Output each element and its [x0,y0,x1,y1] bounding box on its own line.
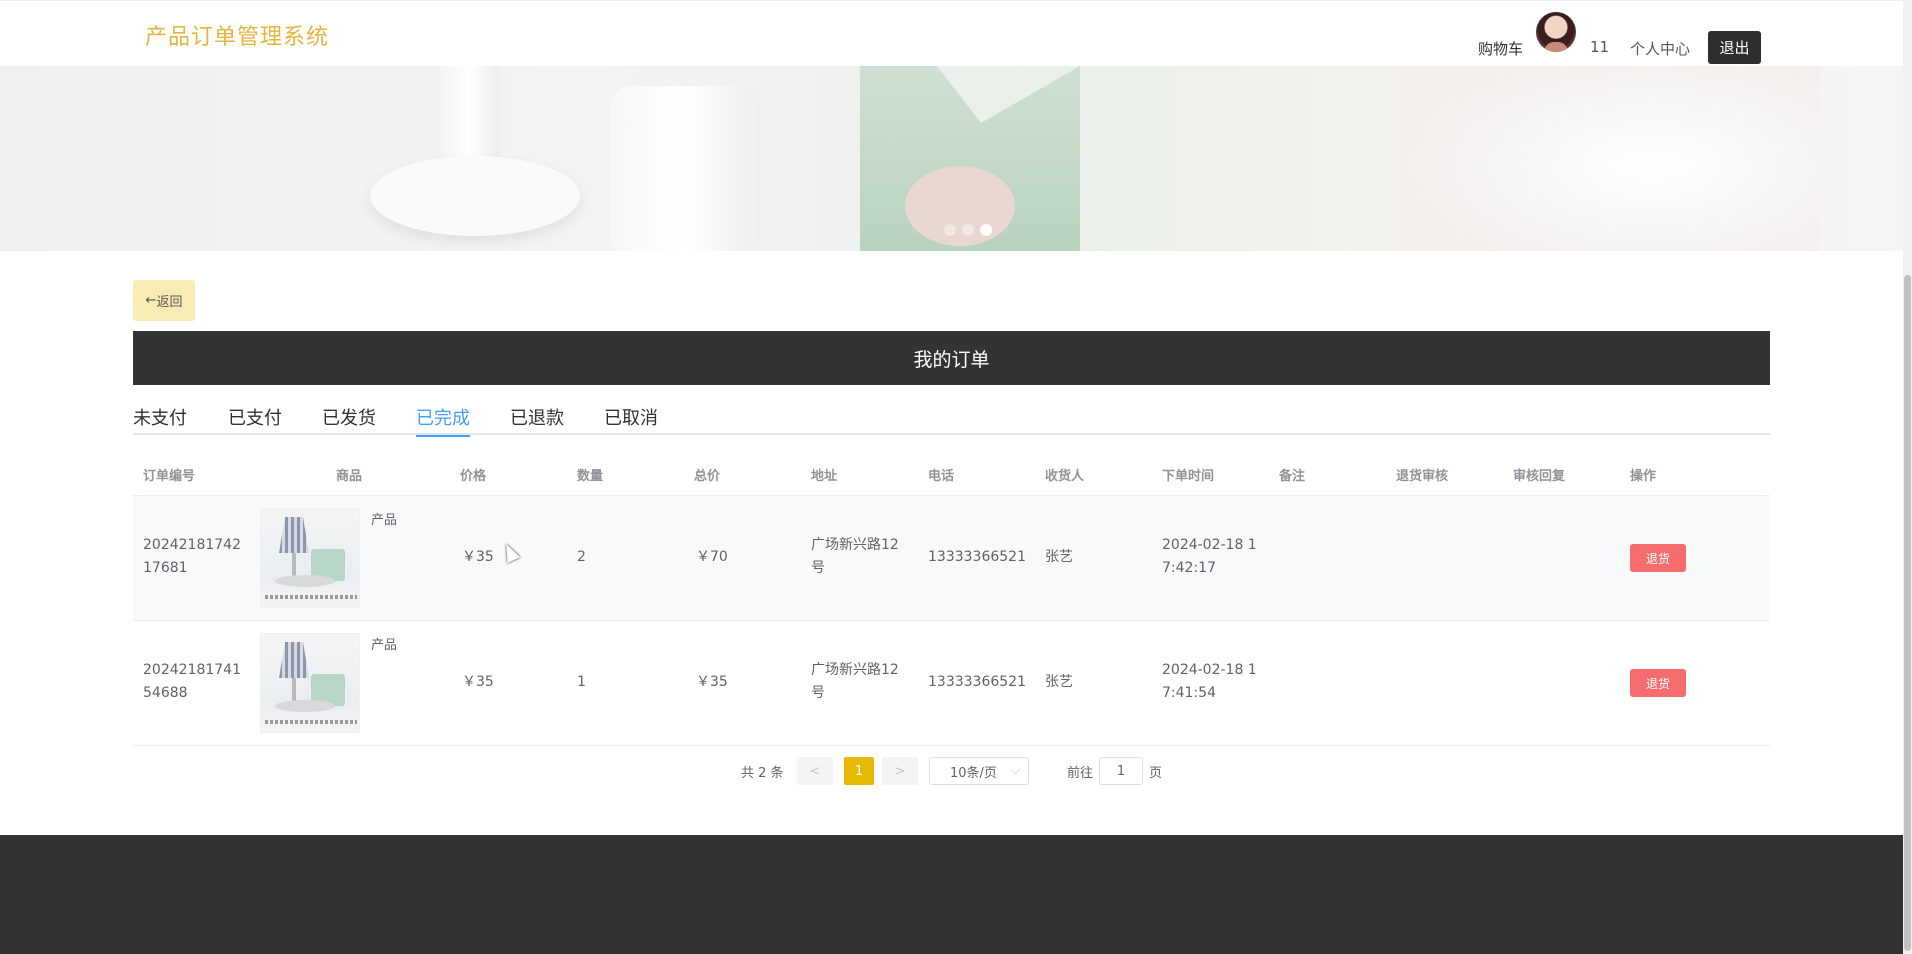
carousel-dot[interactable] [962,224,974,236]
table-row[interactable]: 20242181742 17681 产品 ￥35 2 ￥70 广场新兴路12 号 1… [133,496,1770,621]
product-image[interactable] [260,633,360,733]
profile-link[interactable]: 个人中心 [1630,38,1690,59]
total-price: ￥35 [696,674,728,690]
footer [0,835,1903,954]
tab-shipped[interactable]: 已发货 [322,404,376,435]
order-time: 2024-02-18 1 7:41:54 [1162,662,1257,701]
tab-cancelled[interactable]: 已取消 [604,404,658,435]
receiver: 张艺 [1045,674,1073,690]
phone: 13333366521 [928,549,1026,565]
pagination: 共 2 条 < 1 > 10条/页 ⌵ 前往 页 [0,757,1903,785]
brand-title[interactable]: 产品订单管理系统 [145,19,329,51]
quantity: 1 [577,674,586,690]
orders-table: 订单编号 商品 价格 数量 总价 地址 电话 收货人 下单时间 备注 退货审核 … [133,449,1770,746]
page-title: 我的订单 [133,331,1770,385]
col-address: 地址 [811,469,838,484]
quantity: 2 [577,549,586,565]
username: 11 [1590,38,1610,56]
refund-button[interactable]: 退货 [1630,544,1686,572]
col-review-reply: 审核回复 [1513,469,1566,484]
table-header: 订单编号 商品 价格 数量 总价 地址 电话 收货人 下单时间 备注 退货审核 … [133,449,1770,496]
back-label: 返回 [156,295,183,310]
col-note: 备注 [1279,469,1306,484]
tab-unpaid[interactable]: 未支付 [133,404,187,435]
refund-button[interactable]: 退货 [1630,669,1686,697]
order-no: 20242181742 17681 [143,537,241,576]
page-number-active[interactable]: 1 [844,757,874,785]
avatar[interactable] [1536,12,1576,52]
arrow-left-icon: ← [145,293,157,308]
total-price: ￥70 [696,549,728,565]
page-size-value: 10条/页 [950,765,997,781]
price: ￥35 [462,549,494,565]
tab-completed[interactable]: 已完成 [416,404,470,437]
carousel-dot[interactable] [944,224,956,236]
page-size-select[interactable]: 10条/页 ⌵ [929,757,1029,785]
order-status-tabs: 未支付 已支付 已发货 已完成 已退款 已取消 [133,398,1770,437]
price: ￥35 [462,674,494,690]
receiver: 张艺 [1045,549,1073,565]
address: 广场新兴路12 号 [811,537,899,576]
address: 广场新兴路12 号 [811,662,899,701]
tab-refunded[interactable]: 已退款 [510,404,564,435]
pagination-total: 共 2 条 [741,766,784,781]
goto-page-input[interactable] [1099,757,1143,785]
product-image[interactable] [260,508,360,608]
col-qty: 数量 [577,469,604,484]
product-name: 产品 [371,638,398,653]
col-order-time: 下单时间 [1162,469,1215,484]
chevron-down-icon: ⌵ [1010,763,1020,777]
back-button[interactable]: ← 返回 [133,280,195,321]
cart-link[interactable]: 购物车 [1478,38,1523,59]
col-total: 总价 [694,469,721,484]
product-name: 产品 [371,513,398,528]
col-product: 商品 [336,469,363,484]
order-time: 2024-02-18 1 7:42:17 [1162,537,1257,576]
logout-button[interactable]: 退出 [1708,31,1761,64]
table-row[interactable]: 20242181741 54688 产品 ￥35 1 ￥35 广场新兴路12 号 1… [133,621,1770,746]
goto-unit: 页 [1149,766,1163,781]
next-page-button[interactable]: > [882,757,918,785]
top-navbar: 产品订单管理系统 购物车 11 个人中心 退出 [0,0,1903,66]
col-action: 操作 [1630,469,1657,484]
goto-label: 前往 [1067,766,1094,781]
carousel-indicators [944,224,992,236]
banner-carousel[interactable] [0,66,1903,251]
page-scrollbar[interactable] [1903,0,1912,954]
carousel-dot-active[interactable] [980,224,992,236]
col-phone: 电话 [928,469,955,484]
col-receiver: 收货人 [1045,469,1085,484]
scrollbar-thumb[interactable] [1904,275,1911,951]
col-order-no: 订单编号 [143,469,196,484]
tab-paid[interactable]: 已支付 [228,404,282,435]
phone: 13333366521 [928,674,1026,690]
col-price: 价格 [460,469,487,484]
prev-page-button[interactable]: < [797,757,833,785]
col-refund-review: 退货审核 [1396,469,1449,484]
order-no: 20242181741 54688 [143,662,241,701]
